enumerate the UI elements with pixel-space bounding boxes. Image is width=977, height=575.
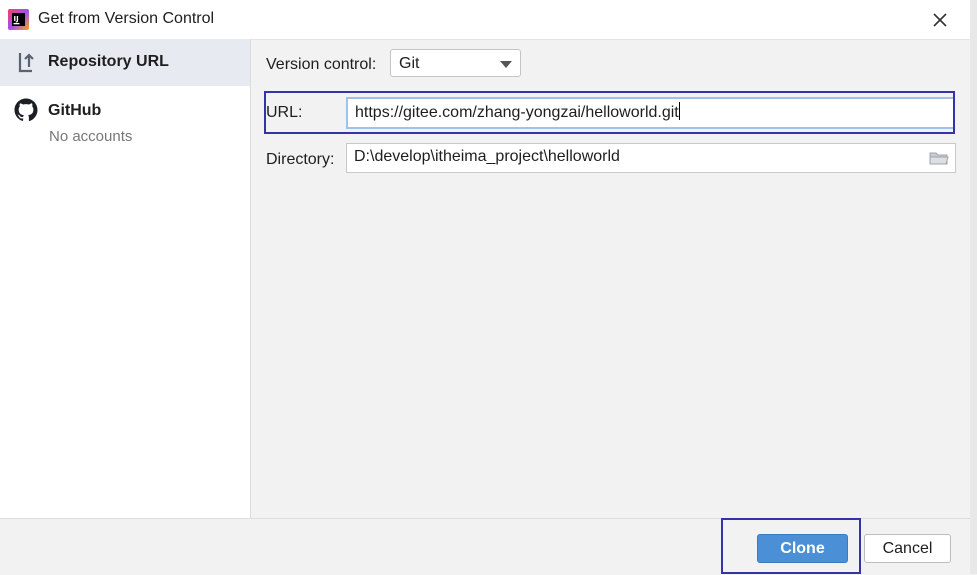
version-control-value: Git	[399, 55, 420, 72]
window-title: Get from Version Control	[38, 10, 215, 27]
directory-input[interactable]: D:\develop\itheima_project\helloworld	[346, 143, 956, 173]
version-control-label: Version control:	[266, 56, 377, 73]
sidebar-item-label: GitHub	[48, 102, 102, 119]
main-panel: Version control: Git URL: https://gitee.…	[251, 39, 970, 518]
directory-label: Directory:	[266, 151, 335, 168]
sidebar-item-github[interactable]: GitHub No accounts	[0, 86, 250, 148]
url-input[interactable]: https://gitee.com/zhang-yongzai/hellowor…	[346, 97, 955, 129]
version-control-select[interactable]: Git	[390, 49, 521, 77]
window-edge	[970, 0, 977, 574]
dialog-footer: Clone Cancel	[0, 518, 970, 575]
close-icon	[933, 13, 947, 27]
url-label: URL:	[266, 104, 303, 121]
title-bar: IJ Get from Version Control	[0, 0, 977, 40]
sidebar-item-label: Repository URL	[48, 53, 169, 70]
url-value: https://gitee.com/zhang-yongzai/hellowor…	[355, 104, 679, 121]
sidebar-item-sublabel: No accounts	[49, 128, 133, 145]
intellij-app-icon: IJ	[8, 9, 29, 30]
cancel-button[interactable]: Cancel	[864, 534, 951, 563]
chevron-down-icon	[500, 61, 512, 68]
clone-button[interactable]: Clone	[757, 534, 848, 563]
github-icon	[14, 98, 38, 122]
directory-value: D:\develop\itheima_project\helloworld	[354, 148, 620, 165]
text-caret	[678, 102, 680, 120]
sidebar: Repository URL GitHub No accounts	[0, 39, 251, 518]
folder-browse-icon[interactable]	[929, 150, 949, 166]
repository-url-icon	[18, 53, 34, 73]
close-button[interactable]	[928, 8, 952, 32]
sidebar-item-repository-url[interactable]: Repository URL	[0, 39, 250, 86]
svg-text:IJ: IJ	[14, 15, 19, 23]
